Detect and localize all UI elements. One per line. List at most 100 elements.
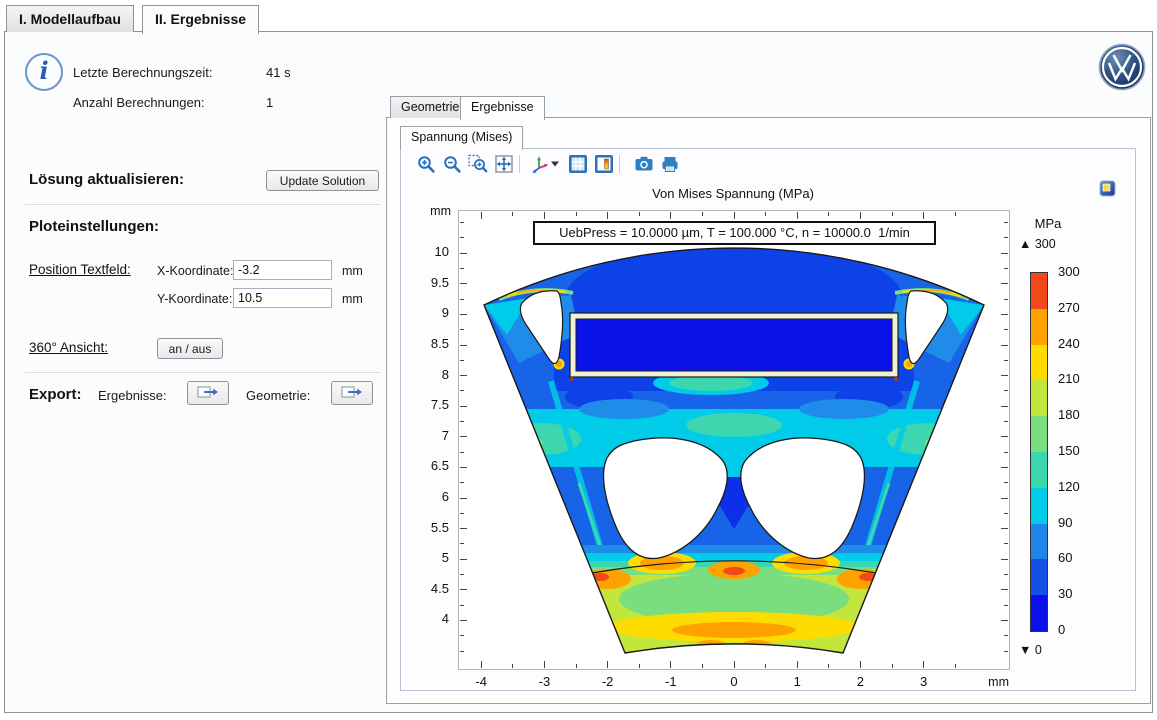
plot-tab-spannung-mises[interactable]: Spannung (Mises) bbox=[400, 126, 523, 150]
y-axis-tick bbox=[1004, 237, 1008, 238]
y-tick-label: 4.5 bbox=[405, 581, 449, 596]
y-axis-tick bbox=[1001, 620, 1008, 621]
x-axis-tick bbox=[765, 212, 766, 216]
colorbar-tick-label: 120 bbox=[1058, 479, 1080, 494]
x-axis-tick bbox=[670, 212, 671, 219]
y-axis-tick bbox=[1001, 528, 1008, 529]
x-tick-label: 2 bbox=[840, 674, 880, 689]
colorbar-tick-label: 270 bbox=[1058, 300, 1080, 315]
x-axis-tick bbox=[576, 664, 577, 668]
von-mises-contour-plot bbox=[459, 211, 1009, 669]
y-axis-tick bbox=[1004, 390, 1008, 391]
plot-settings-heading: Ploteinstellungen: bbox=[29, 218, 159, 235]
y-axis-tick bbox=[1001, 283, 1008, 284]
x-axis-tick bbox=[797, 661, 798, 668]
y-axis-tick bbox=[1001, 345, 1008, 346]
y-axis-tick bbox=[460, 253, 467, 254]
x-coordinate-input[interactable] bbox=[233, 260, 332, 280]
y-axis-tick bbox=[460, 406, 467, 407]
plot-title: Von Mises Spannung (MPa) bbox=[458, 186, 1008, 201]
viewer-tab-ergebnisse[interactable]: Ergebnisse bbox=[460, 96, 545, 120]
last-computation-label: Letzte Berechnungszeit: bbox=[73, 65, 212, 80]
update-solution-button[interactable]: Update Solution bbox=[266, 170, 379, 191]
app-window: I. Modellaufbau II. Ergebnisse i Letzte … bbox=[0, 0, 1157, 720]
colorbar-band bbox=[1031, 595, 1047, 631]
export-geometry-button[interactable] bbox=[331, 381, 373, 405]
colorbar-tick-label: 180 bbox=[1058, 407, 1080, 422]
y-axis-tick bbox=[1001, 253, 1008, 254]
colorbar-tick-label: 0 bbox=[1058, 622, 1065, 637]
y-coordinate-unit: mm bbox=[342, 292, 363, 306]
view-360-toggle-button[interactable]: an / aus bbox=[157, 338, 223, 359]
x-tick-label: 1 bbox=[777, 674, 817, 689]
y-axis-tick bbox=[1004, 513, 1008, 514]
y-axis-unit: mm bbox=[411, 204, 451, 218]
print-icon[interactable] bbox=[659, 153, 681, 175]
magnet-region bbox=[576, 319, 892, 371]
view-orientation-icon[interactable] bbox=[529, 153, 551, 175]
y-axis-tick bbox=[1004, 605, 1008, 606]
divider bbox=[25, 372, 380, 373]
tab-modellaufbau[interactable]: I. Modellaufbau bbox=[6, 5, 134, 32]
zoom-box-icon[interactable] bbox=[467, 153, 489, 175]
colorbar-band bbox=[1031, 452, 1047, 488]
colorbar-band bbox=[1031, 524, 1047, 560]
x-tick-label: -4 bbox=[461, 674, 501, 689]
y-axis-tick bbox=[1004, 543, 1008, 544]
y-axis-tick bbox=[460, 375, 467, 376]
y-axis-tick bbox=[1001, 406, 1008, 407]
x-axis-tick bbox=[639, 664, 640, 668]
x-axis-tick bbox=[923, 661, 924, 668]
y-axis-tick bbox=[1001, 498, 1008, 499]
grid-icon[interactable] bbox=[567, 153, 589, 175]
snapshot-icon[interactable] bbox=[633, 153, 655, 175]
tab-ergebnisse[interactable]: II. Ergebnisse bbox=[142, 5, 259, 34]
colorbar-band bbox=[1031, 273, 1047, 309]
x-axis-tick bbox=[481, 212, 482, 219]
x-tick-label: 0 bbox=[714, 674, 754, 689]
y-coordinate-input[interactable] bbox=[233, 288, 332, 308]
y-axis-tick bbox=[460, 345, 467, 346]
y-axis-tick bbox=[1001, 589, 1008, 590]
colorbar-band bbox=[1031, 416, 1047, 452]
x-axis-tick bbox=[734, 212, 735, 219]
y-axis-tick bbox=[1004, 452, 1008, 453]
colorbar-band bbox=[1031, 380, 1047, 416]
colorbar-band bbox=[1031, 345, 1047, 381]
y-axis-tick bbox=[460, 467, 467, 468]
x-axis-tick bbox=[765, 664, 766, 668]
export-heading: Export: bbox=[29, 386, 82, 403]
x-axis-tick bbox=[481, 661, 482, 668]
plot-canvas[interactable]: UebPress = 10.0000 µm, T = 100.000 °C, n… bbox=[458, 210, 1010, 670]
y-axis-tick bbox=[460, 390, 464, 391]
zoom-in-icon[interactable] bbox=[415, 153, 437, 175]
vw-logo bbox=[1098, 43, 1146, 96]
y-axis-tick bbox=[1004, 360, 1008, 361]
view-orientation-dropdown-caret[interactable] bbox=[549, 153, 561, 175]
x-coordinate-unit: mm bbox=[342, 264, 363, 278]
y-tick-label: 7 bbox=[405, 428, 449, 443]
colorbar bbox=[1030, 272, 1048, 632]
color-legend-icon[interactable] bbox=[593, 153, 615, 175]
zoom-out-icon[interactable] bbox=[441, 153, 463, 175]
y-tick-label: 6.5 bbox=[405, 458, 449, 473]
y-tick-label: 5 bbox=[405, 550, 449, 565]
y-tick-label: 9 bbox=[405, 305, 449, 320]
x-axis-tick bbox=[607, 212, 608, 219]
export-results-button[interactable] bbox=[187, 381, 229, 405]
x-axis-tick bbox=[512, 212, 513, 216]
content-frame: i Letzte Berechnungszeit: 41 s Anzahl Be… bbox=[4, 31, 1153, 713]
y-axis-tick bbox=[1004, 482, 1008, 483]
viewer-tab-geometrie[interactable]: Geometrie bbox=[390, 96, 470, 118]
x-axis-tick bbox=[512, 664, 513, 668]
y-axis-tick bbox=[460, 574, 464, 575]
colorbar-band bbox=[1031, 488, 1047, 524]
colorbar-min-marker: ▼ 0 bbox=[1019, 643, 1042, 657]
zoom-extents-icon[interactable] bbox=[493, 153, 515, 175]
x-axis-tick bbox=[702, 212, 703, 216]
y-axis-tick bbox=[1001, 436, 1008, 437]
x-coordinate-label: X-Koordinate: bbox=[157, 264, 233, 278]
colorbar-tick-label: 30 bbox=[1058, 586, 1072, 601]
y-axis-tick bbox=[460, 268, 464, 269]
x-axis-tick bbox=[828, 212, 829, 216]
